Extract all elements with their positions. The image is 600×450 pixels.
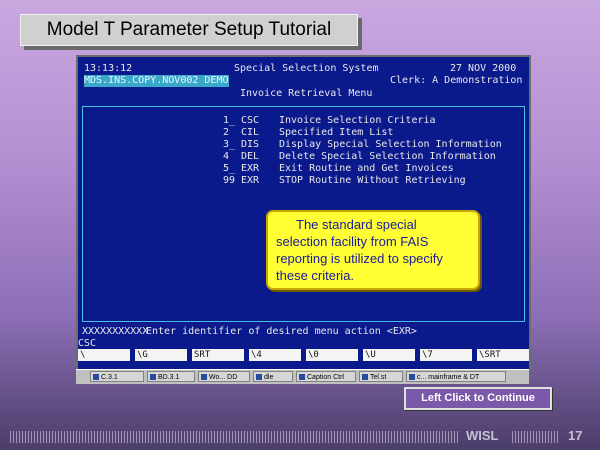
app-icon bbox=[201, 374, 207, 381]
menu-item-code[interactable]: CIL bbox=[241, 127, 259, 139]
taskbar-item[interactable]: c... mainframe & DT bbox=[406, 371, 506, 382]
taskbar-item[interactable]: BD.3.1 bbox=[147, 371, 195, 382]
function-key-field[interactable]: \SRT bbox=[477, 349, 529, 361]
function-key-field[interactable]: \7 bbox=[420, 349, 472, 361]
slide-title: Model T Parameter Setup Tutorial bbox=[20, 14, 358, 46]
prompt-text: Enter identifier of desired menu action … bbox=[146, 326, 417, 337]
callout-text: The standard special selection facility … bbox=[276, 217, 443, 283]
menu-item-description: Display Special Selection Information bbox=[279, 139, 502, 150]
menu-item-description: Invoice Selection Criteria bbox=[279, 115, 436, 126]
taskbar-item-label: BD.3.1 bbox=[158, 374, 180, 381]
menu-item-code[interactable]: DIS bbox=[241, 139, 259, 151]
windows-taskbar: C.3.1 BD.3.1 Wo... DD dle Caption Ctrl Tel.st… bbox=[76, 369, 529, 384]
function-key-field[interactable]: SRT bbox=[192, 349, 244, 361]
taskbar-item-label: Caption Ctrl bbox=[307, 374, 344, 381]
app-icon bbox=[299, 374, 305, 381]
footer-decoration-left bbox=[10, 431, 460, 443]
taskbar-item-label: Wo... DD bbox=[209, 374, 238, 381]
menu-item-number: 1_ bbox=[223, 115, 236, 126]
taskbar-item-label: Tel.st bbox=[370, 374, 387, 381]
taskbar-item-label: c... mainframe & DT bbox=[417, 374, 480, 381]
terminal-session: MDS.INS.COPY.NOV002 DEMO bbox=[84, 75, 229, 87]
footer-decoration-right bbox=[512, 431, 560, 443]
slide-title-text: Model T Parameter Setup Tutorial bbox=[46, 19, 332, 40]
menu-item-description: Exit Routine and Get Invoices bbox=[279, 163, 454, 174]
menu-item-description: Delete Special Selection Information bbox=[279, 151, 496, 162]
terminal-clerk: Clerk: A Demonstration bbox=[390, 75, 523, 86]
app-icon bbox=[93, 374, 99, 381]
footer-org: WISL bbox=[466, 428, 499, 443]
menu-item-number: 99 bbox=[223, 175, 236, 186]
taskbar-item[interactable]: Caption Ctrl bbox=[296, 371, 356, 382]
menu-item-code[interactable]: DEL bbox=[241, 151, 259, 163]
taskbar-item[interactable]: Wo... DD bbox=[198, 371, 250, 382]
callout-note: The standard special selection facility … bbox=[266, 210, 480, 290]
menu-item-number: 3_ bbox=[223, 139, 236, 150]
menu-item-description: Specified Item List bbox=[279, 127, 394, 138]
continue-button[interactable]: Left Click to Continue bbox=[404, 387, 552, 410]
menu-item-number: 4 bbox=[223, 151, 230, 162]
app-icon bbox=[409, 374, 415, 381]
menu-item-description: STOP Routine Without Retrieving bbox=[279, 175, 466, 186]
menu-item-code[interactable]: CSC bbox=[241, 115, 259, 127]
page-number: 17 bbox=[568, 428, 583, 443]
menu-item-code[interactable]: EXR bbox=[241, 175, 259, 187]
terminal-system-title: Special Selection System bbox=[234, 63, 379, 74]
function-key-bar: \ \G SRT \4 \0 \U \7 \SRT bbox=[78, 349, 529, 362]
function-key-field[interactable]: \4 bbox=[249, 349, 301, 361]
function-key-field[interactable]: \ bbox=[78, 349, 130, 361]
function-key-field[interactable]: \G bbox=[135, 349, 187, 361]
app-icon bbox=[150, 374, 156, 381]
function-key-field[interactable]: \0 bbox=[306, 349, 358, 361]
taskbar-item-label: dle bbox=[264, 374, 274, 381]
taskbar-item[interactable]: Tel.st bbox=[359, 371, 403, 382]
menu-item-number: 2 bbox=[223, 127, 230, 138]
app-icon bbox=[256, 374, 262, 381]
taskbar-item[interactable]: C.3.1 bbox=[90, 371, 144, 382]
function-key-field[interactable]: \U bbox=[363, 349, 415, 361]
prompt-mask: XXXXXXXXXXX bbox=[82, 326, 149, 337]
menu-item-code[interactable]: EXR bbox=[241, 163, 259, 175]
taskbar-item-label: C.3.1 bbox=[101, 374, 118, 381]
app-icon bbox=[362, 374, 368, 381]
terminal-screen-title: Invoice Retrieval Menu bbox=[240, 88, 373, 99]
taskbar-item[interactable]: dle bbox=[253, 371, 293, 382]
menu-item-number: 5_ bbox=[223, 163, 236, 174]
terminal-time: 13:13:12 bbox=[84, 63, 133, 74]
terminal-date: 27 NOV 2000 bbox=[450, 63, 517, 74]
